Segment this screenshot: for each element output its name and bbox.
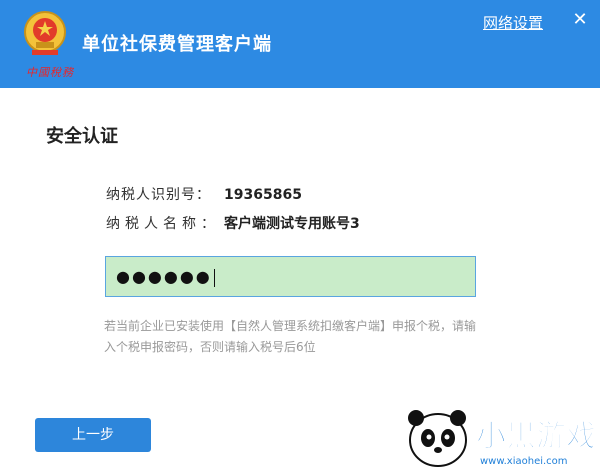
network-settings-link[interactable]: 网络设置 <box>483 12 543 33</box>
title-bar: 中國稅務 单位社保费管理客户端 网络设置 ✕ <box>0 0 600 88</box>
tax-emblem-icon <box>24 11 66 55</box>
text-cursor <box>213 268 215 287</box>
watermark-logo: 小黑游戏 www.xiaohei.com <box>408 410 597 467</box>
close-icon[interactable]: ✕ <box>570 10 590 30</box>
taxpayer-name-value: 客户端测试专用账号3 <box>224 216 360 232</box>
taxpayer-name-label: 纳税人名称： <box>106 216 220 232</box>
password-field[interactable]: ●●●●●● <box>105 256 476 297</box>
taxpayer-id-label: 纳税人识别号： <box>106 187 211 203</box>
logo-caption: 中國稅務 <box>26 66 74 79</box>
taxpayer-name-row: 纳税人名称： 客户端测试专用账号3 <box>106 213 360 233</box>
watermark-url: www.xiaohei.com <box>480 456 568 467</box>
panda-icon <box>408 410 467 467</box>
taxpayer-id-row: 纳税人识别号： 19365865 <box>106 184 302 204</box>
password-hint: 若当前企业已安装使用【自然人管理系统扣缴客户端】申报个税，请输入个税申报密码，否… <box>104 319 477 354</box>
back-button[interactable]: 上一步 <box>35 418 151 452</box>
app-title: 单位社保费管理客户端 <box>82 34 272 55</box>
section-title: 安全认证 <box>46 126 118 147</box>
watermark-brand: 小黑游戏 <box>476 419 596 454</box>
password-value: ●●●●●● <box>116 267 212 286</box>
taxpayer-id-value: 19365865 <box>224 187 302 203</box>
